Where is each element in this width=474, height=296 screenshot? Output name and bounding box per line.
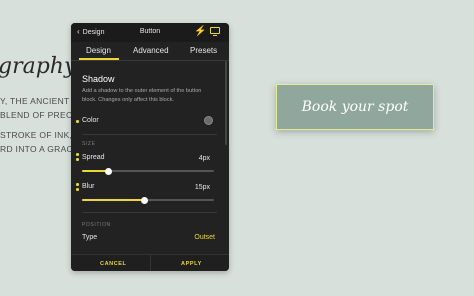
position-caption: POSITION <box>82 222 111 228</box>
blur-slider[interactable] <box>82 196 214 204</box>
tab-presets[interactable]: Presets <box>190 46 217 55</box>
spread-label: Spread <box>82 154 105 161</box>
bolt-icon[interactable]: ⚡ <box>194 26 206 37</box>
spread-slider[interactable] <box>82 167 214 175</box>
button-settings-panel: ‹ Design Button ⚡ Design Advanced Preset… <box>71 23 229 271</box>
modified-indicator <box>76 183 79 186</box>
book-your-spot-button[interactable]: Book your spot <box>276 84 434 130</box>
blur-slider-fill <box>82 199 145 201</box>
section-title: Shadow <box>82 74 115 84</box>
divider <box>71 60 229 61</box>
tab-advanced[interactable]: Advanced <box>133 46 169 55</box>
panel-header: ‹ Design Button ⚡ <box>71 23 229 42</box>
color-label: Color <box>82 117 99 124</box>
cancel-button[interactable]: CANCEL <box>100 261 127 267</box>
apply-button[interactable]: APPLY <box>181 261 202 267</box>
blur-slider-thumb[interactable] <box>140 196 148 204</box>
divider <box>150 255 151 271</box>
type-label: Type <box>82 234 98 241</box>
divider <box>82 212 217 213</box>
monitor-icon[interactable] <box>210 27 220 37</box>
scrollbar[interactable] <box>225 61 227 145</box>
color-swatch[interactable] <box>204 116 213 125</box>
modified-indicator <box>76 120 79 123</box>
modified-indicator <box>76 188 79 191</box>
modified-indicator <box>76 158 79 161</box>
tab-design[interactable]: Design <box>86 46 111 55</box>
panel-tabs: Design Advanced Presets <box>71 42 229 60</box>
type-select[interactable]: Outset <box>183 234 215 241</box>
divider <box>82 134 217 135</box>
section-description: Add a shadow to the outer element of the… <box>82 88 202 103</box>
spread-value: 4px <box>198 155 210 162</box>
size-caption: SIZE <box>82 141 96 147</box>
blur-value: 15px <box>194 184 210 191</box>
spread-slider-thumb[interactable] <box>104 167 112 175</box>
panel-footer: CANCEL APPLY <box>71 254 229 271</box>
modified-indicator <box>76 153 79 156</box>
blur-label: Blur <box>82 183 95 190</box>
